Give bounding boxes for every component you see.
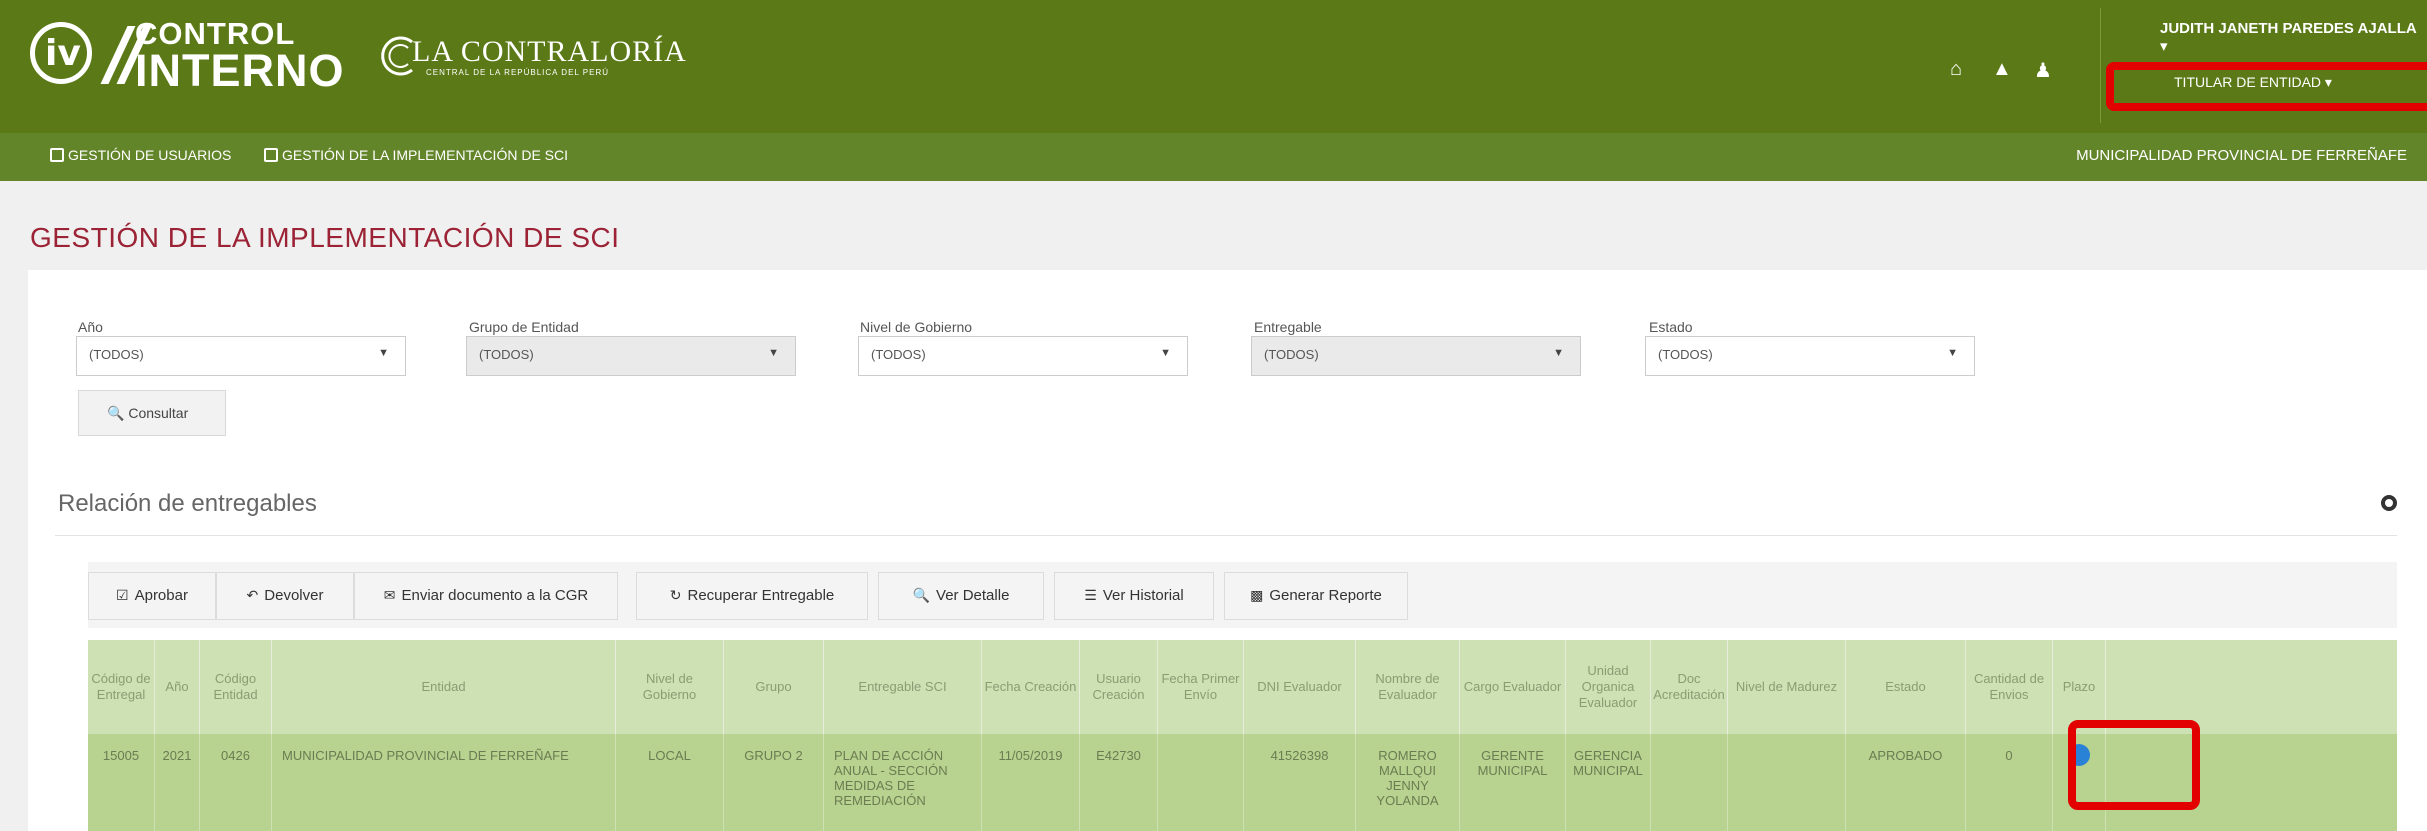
caret-down-icon: ▼ bbox=[378, 347, 389, 359]
devolver-button[interactable]: ↶ Devolver bbox=[216, 572, 354, 620]
ver-historial-button[interactable]: ☰ Ver Historial bbox=[1054, 572, 1214, 620]
envelope-icon: ✉ bbox=[383, 587, 396, 603]
collapse-icon[interactable] bbox=[2381, 495, 2397, 511]
user-menu[interactable]: JUDITH JANETH PAREDES AJALLA ▾ bbox=[2160, 20, 2427, 55]
cell-entidad: MUNICIPALIDAD PROVINCIAL DE FERREÑAFE bbox=[272, 734, 616, 831]
enviar-documento-button[interactable]: ✉ Enviar documento a la CGR bbox=[354, 572, 618, 620]
caret-down-icon: ▼ bbox=[1553, 347, 1564, 359]
contraloria-subtitle: CENTRAL DE LA REPÚBLICA DEL PERÚ bbox=[426, 68, 610, 77]
filter-label-anio: Año bbox=[78, 319, 103, 335]
filter-label-estado: Estado bbox=[1649, 319, 1693, 335]
cell-entregable-sci: PLAN DE ACCIÓN ANUAL - SECCIÓN MEDIDAS D… bbox=[824, 734, 982, 831]
list-icon: ☰ bbox=[1084, 587, 1097, 603]
bar-chart-icon: ▩ bbox=[1250, 587, 1264, 603]
cell-nombre-evaluador: ROMERO MALLQUI JENNY YOLANDA bbox=[1356, 734, 1460, 831]
generar-reporte-button[interactable]: ▩ Generar Reporte bbox=[1224, 572, 1408, 620]
cell-grupo: GRUPO 2 bbox=[724, 734, 824, 831]
cell-nivel-gobierno: LOCAL bbox=[616, 734, 724, 831]
contraloria-brand: LA CONTRALORÍA CENTRAL DE LA REPÚBLICA D… bbox=[412, 35, 687, 78]
bell-icon[interactable]: ▲ bbox=[1992, 58, 2012, 81]
column-header[interactable]: Unidad Organica Evaluador bbox=[1566, 640, 1651, 734]
contraloria-title: LA CONTRALORÍA bbox=[412, 35, 687, 68]
brand-line2: INTERNO bbox=[135, 45, 345, 96]
highlight-box-role bbox=[2106, 62, 2427, 111]
cell-nivel-madurez bbox=[1728, 734, 1846, 831]
column-header[interactable]: Fecha Creación bbox=[982, 640, 1080, 734]
filter-label-entregable: Entregable bbox=[1254, 319, 1322, 335]
recuperar-entregable-button[interactable]: ↻ Recuperar Entregable bbox=[636, 572, 868, 620]
cell-anio: 2021 bbox=[155, 734, 200, 831]
main-nav: GESTIÓN DE USUARIOS GESTIÓN DE LA IMPLEM… bbox=[0, 133, 2427, 181]
filter-select-grupo[interactable]: (TODOS) ▼ bbox=[466, 336, 796, 376]
header-divider bbox=[2100, 8, 2101, 123]
column-header[interactable]: Nivel de Madurez bbox=[1728, 640, 1846, 734]
cell-fecha-primer-envio bbox=[1158, 734, 1244, 831]
consultar-button[interactable]: 🔍 Consultar bbox=[78, 390, 226, 436]
refresh-icon: ↻ bbox=[669, 587, 682, 603]
cell-cantidad-envios: 0 bbox=[1966, 734, 2053, 831]
column-header[interactable]: Usuario Creación bbox=[1080, 640, 1158, 734]
cell-codigo-entidad: 0426 bbox=[200, 734, 272, 831]
column-header[interactable]: Nivel de Gobierno bbox=[616, 640, 724, 734]
column-header[interactable]: Entregable SCI bbox=[824, 640, 982, 734]
aprobar-button[interactable]: ☑ Aprobar bbox=[88, 572, 216, 620]
column-header[interactable]: Cantidad de Envios bbox=[1966, 640, 2053, 734]
top-header: iv CONTROL INTERNO LA CONTRALORÍA CENTRA… bbox=[0, 0, 2427, 133]
caret-down-icon: ▼ bbox=[768, 347, 779, 359]
column-header[interactable]: Estado bbox=[1846, 640, 1966, 734]
column-header[interactable]: Grupo bbox=[724, 640, 824, 734]
user-name: JUDITH JANETH PAREDES AJALLA bbox=[2160, 20, 2417, 37]
search-icon: 🔍 bbox=[107, 405, 125, 421]
chevron-down-icon: ▾ bbox=[2160, 38, 2168, 55]
cell-codigo-entregable: 15005 bbox=[88, 734, 155, 831]
brand-text: CONTROL INTERNO bbox=[135, 18, 345, 96]
filter-label-nivel: Nivel de Gobierno bbox=[860, 319, 973, 335]
filter-select-estado[interactable]: (TODOS) ▼ bbox=[1645, 336, 1975, 376]
cell-dni-evaluador: 41526398 bbox=[1244, 734, 1356, 831]
user-icon[interactable]: ♟ bbox=[2034, 58, 2052, 83]
nav-item-gestion-usuarios[interactable]: GESTIÓN DE USUARIOS bbox=[50, 147, 231, 163]
monitor-icon bbox=[50, 148, 64, 162]
column-header[interactable]: Año bbox=[155, 640, 200, 734]
section-divider bbox=[55, 535, 2397, 536]
home-icon[interactable]: ⌂ bbox=[1950, 58, 1962, 81]
cell-estado: APROBADO bbox=[1846, 734, 1966, 831]
action-toolbar: ☑ Aprobar ↶ Devolver ✉ Enviar documento a l… bbox=[88, 562, 2397, 628]
column-header[interactable]: Código de Entregal bbox=[88, 640, 155, 734]
filter-select-anio[interactable]: (TODOS) ▼ bbox=[76, 336, 406, 376]
section-title: Relación de entregables bbox=[58, 490, 317, 517]
monitor-icon bbox=[264, 148, 278, 162]
column-header[interactable]: Código Entidad bbox=[200, 640, 272, 734]
nav-item-gestion-sci[interactable]: GESTIÓN DE LA IMPLEMENTACIÓN DE SCI bbox=[264, 147, 568, 163]
cell-cargo-evaluador: GERENTE MUNICIPAL bbox=[1460, 734, 1566, 831]
column-header[interactable]: Entidad bbox=[272, 640, 616, 734]
highlight-box-estado bbox=[2068, 720, 2200, 810]
cell-unidad-organica: GERENCIA MUNICIPAL bbox=[1566, 734, 1651, 831]
column-header[interactable]: Nombre de Evaluador bbox=[1356, 640, 1460, 734]
column-header[interactable]: Fecha Primer Envío bbox=[1158, 640, 1244, 734]
filter-select-entregable[interactable]: (TODOS) ▼ bbox=[1251, 336, 1581, 376]
page-title: GESTIÓN DE LA IMPLEMENTACIÓN DE SCI bbox=[30, 222, 620, 253]
filter-select-nivel[interactable]: (TODOS) ▼ bbox=[858, 336, 1188, 376]
column-header[interactable]: Cargo Evaluador bbox=[1460, 640, 1566, 734]
cell-fecha-creacion: 11/05/2019 bbox=[982, 734, 1080, 831]
caret-down-icon: ▼ bbox=[1947, 347, 1958, 359]
cell-doc-acreditacion bbox=[1651, 734, 1728, 831]
control-interno-logo: iv bbox=[30, 14, 152, 90]
column-header[interactable]: DNI Evaluador bbox=[1244, 640, 1356, 734]
column-header[interactable]: Doc Acreditación bbox=[1651, 640, 1728, 734]
filter-label-grupo: Grupo de Entidad bbox=[469, 319, 579, 335]
ver-detalle-button[interactable]: 🔍 Ver Detalle bbox=[878, 572, 1044, 620]
cell-usuario-creacion: E42730 bbox=[1080, 734, 1158, 831]
check-square-icon: ☑ bbox=[116, 587, 129, 603]
caret-down-icon: ▼ bbox=[1160, 347, 1171, 359]
entity-name: MUNICIPALIDAD PROVINCIAL DE FERREÑAFE bbox=[2076, 147, 2407, 164]
search-icon: 🔍 bbox=[912, 587, 931, 603]
undo-icon: ↶ bbox=[246, 587, 259, 603]
